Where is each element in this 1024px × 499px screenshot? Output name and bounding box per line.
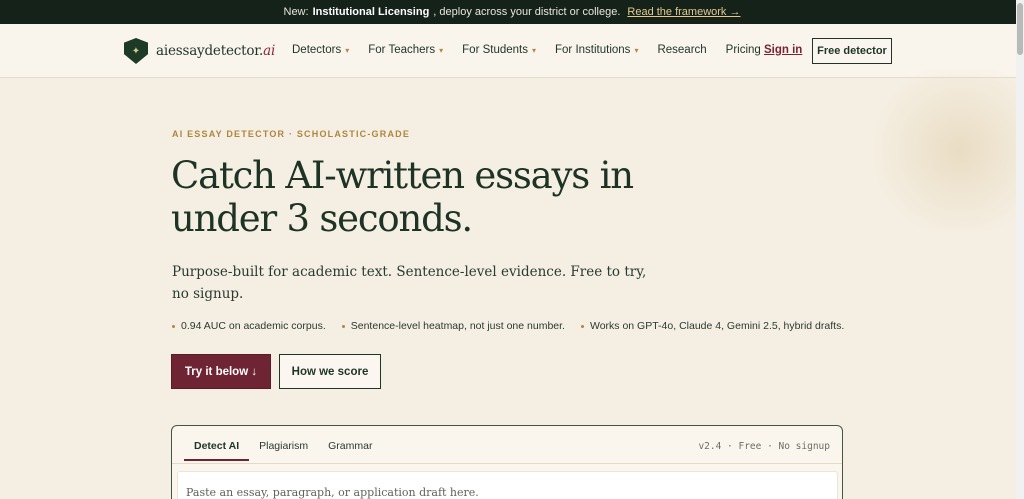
brand-name: aiessaydetector.ai [156,43,275,59]
chevron-down-icon: ▾ [345,45,350,55]
nav-item-label: For Institutions [555,44,631,56]
brand-logo[interactable]: ✦ aiessaydetector.ai [124,38,275,64]
try-it-below-button[interactable]: Try it below ↓ [171,354,271,389]
announcement-text: , deploy across your district or college… [433,6,621,18]
chevron-down-icon: ▾ [439,45,444,55]
tab-grammar[interactable]: Grammar [318,426,382,461]
bullet-text: Sentence-level heatmap, not just one num… [350,320,565,332]
bullet-dot-icon [341,324,345,328]
nav-item-label: Research [657,44,707,56]
hero-bullets: 0.94 AUC on academic corpus. Sentence-le… [172,320,844,332]
nav-links: Detectors ▾ For Teachers ▾ For Students … [292,44,761,56]
nav-item-research[interactable]: Research [657,44,706,56]
nav-item-label: Detectors [292,44,342,56]
card-divider [172,463,842,464]
hero-subheadline: Purpose-built for academic text. Sentenc… [172,264,647,302]
shield-logo-icon: ✦ [124,38,148,64]
bullet-dot-icon [172,324,175,328]
hero-headline: Catch AI-written essays in under 3 secon… [171,154,634,240]
announcement-bar: New: Institutional Licensing, deploy acr… [0,0,1024,24]
free-detector-button[interactable]: Free detector [812,38,892,64]
detector-card: Detect AI Plagiarism Grammar v2.4 · Free… [171,425,843,499]
essay-input[interactable]: Paste an essay, paragraph, or applicatio… [177,471,838,499]
brand-name-suffix: ai [263,43,276,59]
nav-item-for-institutions[interactable]: For Institutions ▾ [555,44,638,56]
chevron-down-icon: ▾ [634,45,639,55]
bullet-text: Works on GPT-4o, Claude 4, Gemini 2.5, h… [589,320,845,332]
announcement-prefix: New: [283,6,309,18]
nav-item-detectors[interactable]: Detectors ▾ [292,44,349,56]
bullet-item: Sentence-level heatmap, not just one num… [341,320,565,332]
brand-name-prefix: aiessaydetector. [156,43,264,59]
how-we-score-button[interactable]: How we score [279,354,381,389]
nav-item-label: Pricing [725,44,761,56]
sign-in-link[interactable]: Sign in [764,44,802,56]
tab-detect-ai[interactable]: Detect AI [184,426,250,461]
announcement-highlight: Institutional Licensing [312,6,430,18]
tab-plagiarism[interactable]: Plagiarism [249,426,318,461]
bullet-item: 0.94 AUC on academic corpus. [172,320,326,332]
nav-item-pricing[interactable]: Pricing [726,44,761,56]
bullet-dot-icon [580,324,584,328]
nav-item-label: For Students [462,44,528,56]
detector-meta: v2.4 · Free · No signup [698,441,830,452]
decorative-glow [860,70,1024,230]
bullet-text: 0.94 AUC on academic corpus. [181,320,326,332]
nav-item-for-teachers[interactable]: For Teachers ▾ [368,44,443,56]
detector-tabs: Detect AI Plagiarism Grammar [184,426,382,461]
hero-eyebrow: AI ESSAY DETECTOR · SCHOLASTIC-GRADE [172,129,411,139]
page-scrollbar[interactable] [1016,0,1024,499]
bullet-item: Works on GPT-4o, Claude 4, Gemini 2.5, h… [580,320,845,332]
nav-item-for-students[interactable]: For Students ▾ [462,44,536,56]
nav-item-label: For Teachers [368,44,436,56]
announcement-link[interactable]: Read the framework → [627,6,740,18]
scrollbar-thumb[interactable] [1017,3,1023,55]
chevron-down-icon: ▾ [532,45,537,55]
